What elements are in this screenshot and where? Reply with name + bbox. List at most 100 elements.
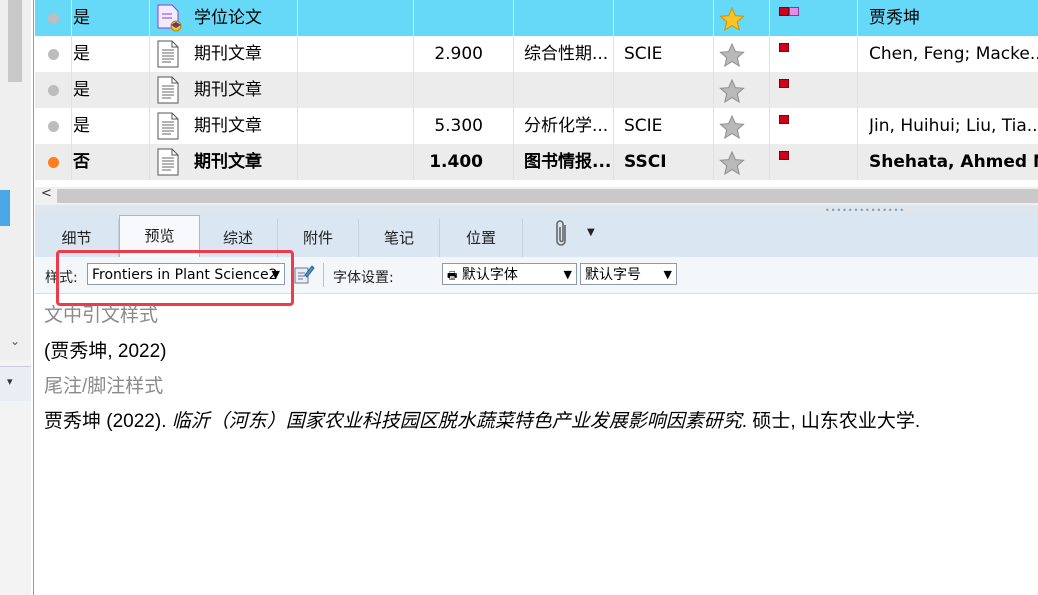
index-cell (624, 72, 712, 108)
column-divider (857, 0, 858, 36)
impact-factor-cell: 5.300 (434, 116, 483, 136)
tab-notes[interactable]: 笔记 (359, 219, 440, 257)
subject-cell (524, 72, 612, 108)
color-tag-icon (779, 7, 789, 16)
column-divider (769, 0, 770, 36)
color-tag-icon (779, 43, 789, 52)
read-status-icon[interactable] (48, 157, 59, 168)
table-row[interactable]: 是 学位论文 贾秀坤 (35, 0, 1038, 36)
column-divider (149, 144, 150, 180)
panel-splitter[interactable]: •••••••••••••• (35, 205, 1038, 215)
left-dropdown[interactable]: ▾ (0, 366, 31, 401)
table-row[interactable]: 否 期刊文章 1.400 图书情报... SSCI Shehata, Ahmed M. (35, 144, 1038, 180)
read-cell: 是 (73, 116, 90, 136)
left-panel: ⌄ ▾ (0, 0, 31, 595)
column-divider (713, 108, 714, 144)
left-scrollbar-thumb[interactable] (8, 0, 22, 82)
font-icon: 🖶 (447, 269, 458, 282)
intext-style-heading: 文中引文样式 (44, 305, 159, 326)
horizontal-scrollbar-thumb[interactable] (57, 189, 1038, 203)
read-cell: 是 (73, 44, 90, 64)
attachment-dropdown-icon[interactable]: ▼ (587, 227, 595, 238)
tab-location[interactable]: 位置 (440, 219, 523, 257)
dropdown-arrow-icon[interactable]: ▾ (7, 375, 13, 388)
edit-style-icon[interactable] (293, 263, 315, 289)
column-divider (613, 0, 614, 36)
column-divider (713, 144, 714, 180)
type-cell: 期刊文章 (194, 44, 262, 64)
column-divider (71, 108, 72, 144)
index-cell (624, 0, 712, 36)
read-status-icon[interactable] (48, 121, 59, 132)
chevron-down-icon[interactable]: ▼ (664, 264, 672, 286)
reference-author-year: 贾秀坤 (2022). (44, 411, 172, 432)
read-cell: 是 (73, 8, 90, 28)
subject-cell: 综合性期... (524, 44, 609, 64)
paperclip-icon[interactable] (553, 219, 571, 255)
left-scrollbar[interactable] (0, 0, 31, 360)
read-status-icon[interactable] (48, 85, 59, 96)
column-divider (613, 144, 614, 180)
author-cell: Jin, Huihui; Liu, Tia... (869, 116, 1038, 136)
panel-divider[interactable] (33, 0, 34, 595)
column-divider (297, 0, 298, 36)
font-select[interactable]: 🖶 默认字体 ▼ (442, 263, 577, 285)
left-selection-marker (0, 190, 10, 226)
column-divider (769, 108, 770, 144)
color-tag-icon (779, 79, 789, 88)
column-divider (613, 72, 614, 108)
type-cell: 期刊文章 (194, 116, 262, 136)
table-row[interactable]: 是 期刊文章 (35, 72, 1038, 108)
column-divider (149, 72, 150, 108)
column-divider (769, 36, 770, 72)
font-size-select[interactable]: 默认字号 ▼ (580, 263, 677, 285)
column-divider (857, 108, 858, 144)
color-tag-icon (779, 151, 789, 160)
column-divider (149, 36, 150, 72)
reference-title: 临沂（河东）国家农业科技园区脱水蔬菜特色产业发展影响因素研究 (171, 411, 742, 432)
column-divider (297, 36, 298, 72)
column-divider (149, 0, 150, 36)
column-divider (71, 0, 72, 36)
author-cell (869, 72, 1038, 108)
scroll-left-icon[interactable]: < (41, 186, 52, 201)
impact-factor-cell: 1.400 (429, 152, 483, 172)
column-divider (769, 72, 770, 108)
table-row[interactable]: 是 期刊文章 5.300 分析化学... SCIE Jin, Huihui; Liu, T… (35, 108, 1038, 144)
column-divider (713, 36, 714, 72)
scroll-down-icon[interactable]: ⌄ (10, 334, 20, 348)
read-status-icon[interactable] (48, 49, 59, 60)
highlight-box (56, 250, 294, 306)
column-divider (713, 72, 714, 108)
type-cell: 期刊文章 (194, 152, 262, 172)
impact-factor-cell (415, 72, 483, 108)
read-cell: 是 (73, 80, 90, 100)
reference-entry: 贾秀坤 (2022). 临沂（河东）国家农业科技园区脱水蔬菜特色产业发展影响因素… (44, 406, 920, 433)
author-cell: 贾秀坤 (869, 8, 920, 28)
footnote-style-heading: 尾注/脚注样式 (44, 376, 164, 397)
column-divider (769, 144, 770, 180)
table-row[interactable]: 是 期刊文章 2.900 综合性期... SCIE Chen, Feng; Macke..… (35, 36, 1038, 72)
type-cell: 学位论文 (194, 8, 262, 28)
font-settings-label: 字体设置: (333, 270, 394, 286)
read-cell: 否 (73, 152, 90, 172)
column-divider (297, 72, 298, 108)
font-size-select-value: 默认字号 (585, 267, 641, 283)
column-divider (71, 144, 72, 180)
chevron-down-icon[interactable]: ▼ (564, 264, 572, 286)
subject-cell (524, 0, 612, 36)
column-divider (71, 72, 72, 108)
column-divider (513, 0, 514, 36)
intext-citation: (贾秀坤, 2022) (44, 341, 167, 362)
star-icon[interactable] (719, 150, 745, 188)
horizontal-scrollbar[interactable]: < (35, 186, 1038, 205)
column-divider (71, 36, 72, 72)
index-cell: SCIE (624, 116, 663, 136)
column-divider (857, 36, 858, 72)
reference-tail: . 硕士, 山东农业大学. (741, 411, 921, 432)
column-divider (513, 144, 514, 180)
column-divider (857, 72, 858, 108)
read-status-icon[interactable] (48, 13, 59, 24)
color-tag-icon (779, 115, 789, 124)
impact-factor-cell (415, 0, 483, 36)
